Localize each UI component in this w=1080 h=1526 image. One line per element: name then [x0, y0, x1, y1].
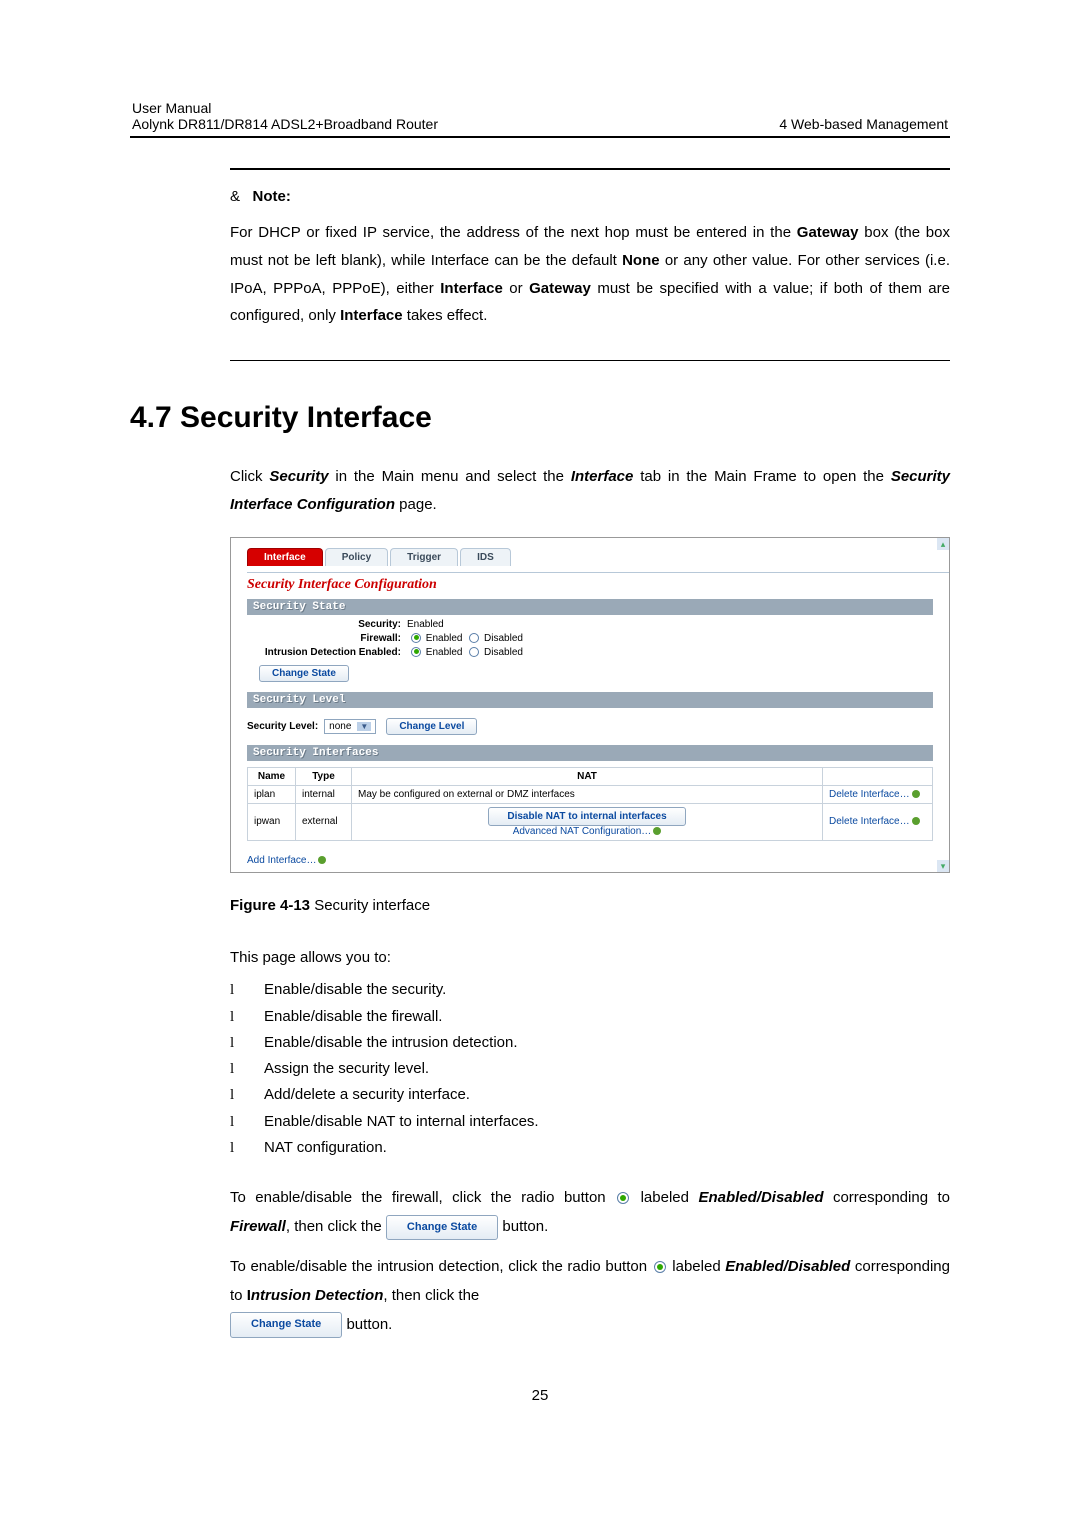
change-state-inline-button: Change State — [230, 1312, 342, 1337]
ids-disabled-text: Disabled — [484, 647, 523, 658]
firewall-enabled-radio[interactable] — [411, 633, 421, 643]
security-level-select[interactable]: none ▼ — [324, 719, 376, 734]
disable-nat-button[interactable]: Disable NAT to internal interfaces — [488, 807, 685, 826]
action-dot-icon — [318, 856, 326, 864]
note-top-rule — [230, 168, 950, 170]
list-item: lEnable/disable the security. — [230, 977, 950, 1003]
cell-type: internal — [296, 785, 352, 803]
security-level-label: Security Level: — [247, 721, 318, 732]
note-label: Note: — [253, 188, 291, 205]
page-number: 25 — [130, 1387, 950, 1404]
note-body: For DHCP or fixed IP service, the addres… — [230, 219, 950, 330]
tab-interface[interactable]: Interface — [247, 548, 323, 566]
header-left-2: Aolynk DR811/DR814 ADSL2+Broadband Route… — [132, 116, 438, 132]
allow-intro: This page allows you to: — [230, 944, 950, 972]
security-level-value: none — [329, 721, 351, 732]
note-heading: & Note: — [230, 188, 950, 205]
doc-header: User Manual Aolynk DR811/DR814 ADSL2+Bro… — [130, 100, 950, 136]
tab-policy[interactable]: Policy — [325, 548, 388, 566]
ids-enabled-radio[interactable] — [411, 647, 421, 657]
security-interfaces-bar: Security Interfaces — [247, 745, 933, 761]
advanced-nat-link[interactable]: Advanced NAT Configuration… — [513, 826, 662, 837]
list-item: lEnable/disable the firewall. — [230, 1004, 950, 1030]
interfaces-table: Name Type NAT iplan internal May be conf… — [247, 767, 933, 841]
change-level-button[interactable]: Change Level — [386, 718, 477, 735]
delete-interface-link[interactable]: Delete Interface… — [829, 816, 920, 827]
security-level-bar: Security Level — [247, 692, 933, 708]
header-right: 4 Web-based Management — [779, 116, 948, 132]
security-state-bar: Security State — [247, 599, 933, 615]
ids-label: Intrusion Detection Enabled: — [247, 647, 407, 658]
figure-title: Security Interface Configuration — [247, 572, 949, 593]
firewall-para: To enable/disable the firewall, click th… — [230, 1183, 950, 1242]
ids-para: To enable/disable the intrusion detectio… — [230, 1252, 950, 1340]
firewall-disabled-text: Disabled — [484, 633, 523, 644]
action-dot-icon — [653, 827, 661, 835]
header-rule — [130, 136, 950, 138]
section-heading: 4.7 Security Interface — [130, 401, 950, 435]
delete-interface-link[interactable]: Delete Interface… — [829, 789, 920, 800]
change-state-inline-button: Change State — [386, 1215, 498, 1240]
col-name: Name — [248, 767, 296, 785]
tab-trigger[interactable]: Trigger — [390, 548, 458, 566]
ids-disabled-radio[interactable] — [469, 647, 479, 657]
note-bottom-rule — [230, 360, 950, 361]
radio-icon — [654, 1261, 666, 1273]
cell-nat: May be configured on external or DMZ int… — [352, 785, 823, 803]
list-item: lAdd/delete a security interface. — [230, 1082, 950, 1108]
note-marker: & — [230, 188, 240, 205]
figure-caption: Figure 4-13 Security interface — [230, 897, 950, 914]
col-type: Type — [296, 767, 352, 785]
security-value: Enabled — [407, 619, 444, 630]
tab-ids[interactable]: IDS — [460, 548, 511, 566]
table-row: iplan internal May be configured on exte… — [248, 785, 933, 803]
firewall-label: Firewall: — [247, 633, 407, 644]
firewall-enabled-text: Enabled — [426, 633, 463, 644]
list-item: lNAT configuration. — [230, 1135, 950, 1161]
security-label: Security: — [247, 619, 407, 630]
scrollbar-up-icon[interactable]: ▴ — [937, 538, 949, 550]
cell-type: external — [296, 803, 352, 840]
intro-text: Click Security in the Main menu and sele… — [230, 463, 950, 519]
feature-list: lEnable/disable the security. lEnable/di… — [230, 977, 950, 1161]
change-state-button[interactable]: Change State — [259, 665, 349, 682]
header-left-1: User Manual — [132, 100, 438, 116]
figure-screenshot: ▴ ▾ Interface Policy Trigger IDS Securit… — [230, 537, 950, 873]
cell-name: iplan — [248, 785, 296, 803]
action-dot-icon — [912, 817, 920, 825]
firewall-disabled-radio[interactable] — [469, 633, 479, 643]
list-item: lEnable/disable the intrusion detection. — [230, 1030, 950, 1056]
tab-bar: Interface Policy Trigger IDS — [247, 548, 949, 566]
radio-icon — [617, 1192, 629, 1204]
ids-enabled-text: Enabled — [426, 647, 463, 658]
list-item: lAssign the security level. — [230, 1056, 950, 1082]
table-row: ipwan external Disable NAT to internal i… — [248, 803, 933, 840]
scrollbar-down-icon[interactable]: ▾ — [937, 860, 949, 872]
cell-name: ipwan — [248, 803, 296, 840]
col-nat: NAT — [352, 767, 823, 785]
action-dot-icon — [912, 790, 920, 798]
chevron-down-icon: ▼ — [357, 722, 371, 731]
list-item: lEnable/disable NAT to internal interfac… — [230, 1109, 950, 1135]
add-interface-link[interactable]: Add Interface… — [247, 855, 326, 866]
